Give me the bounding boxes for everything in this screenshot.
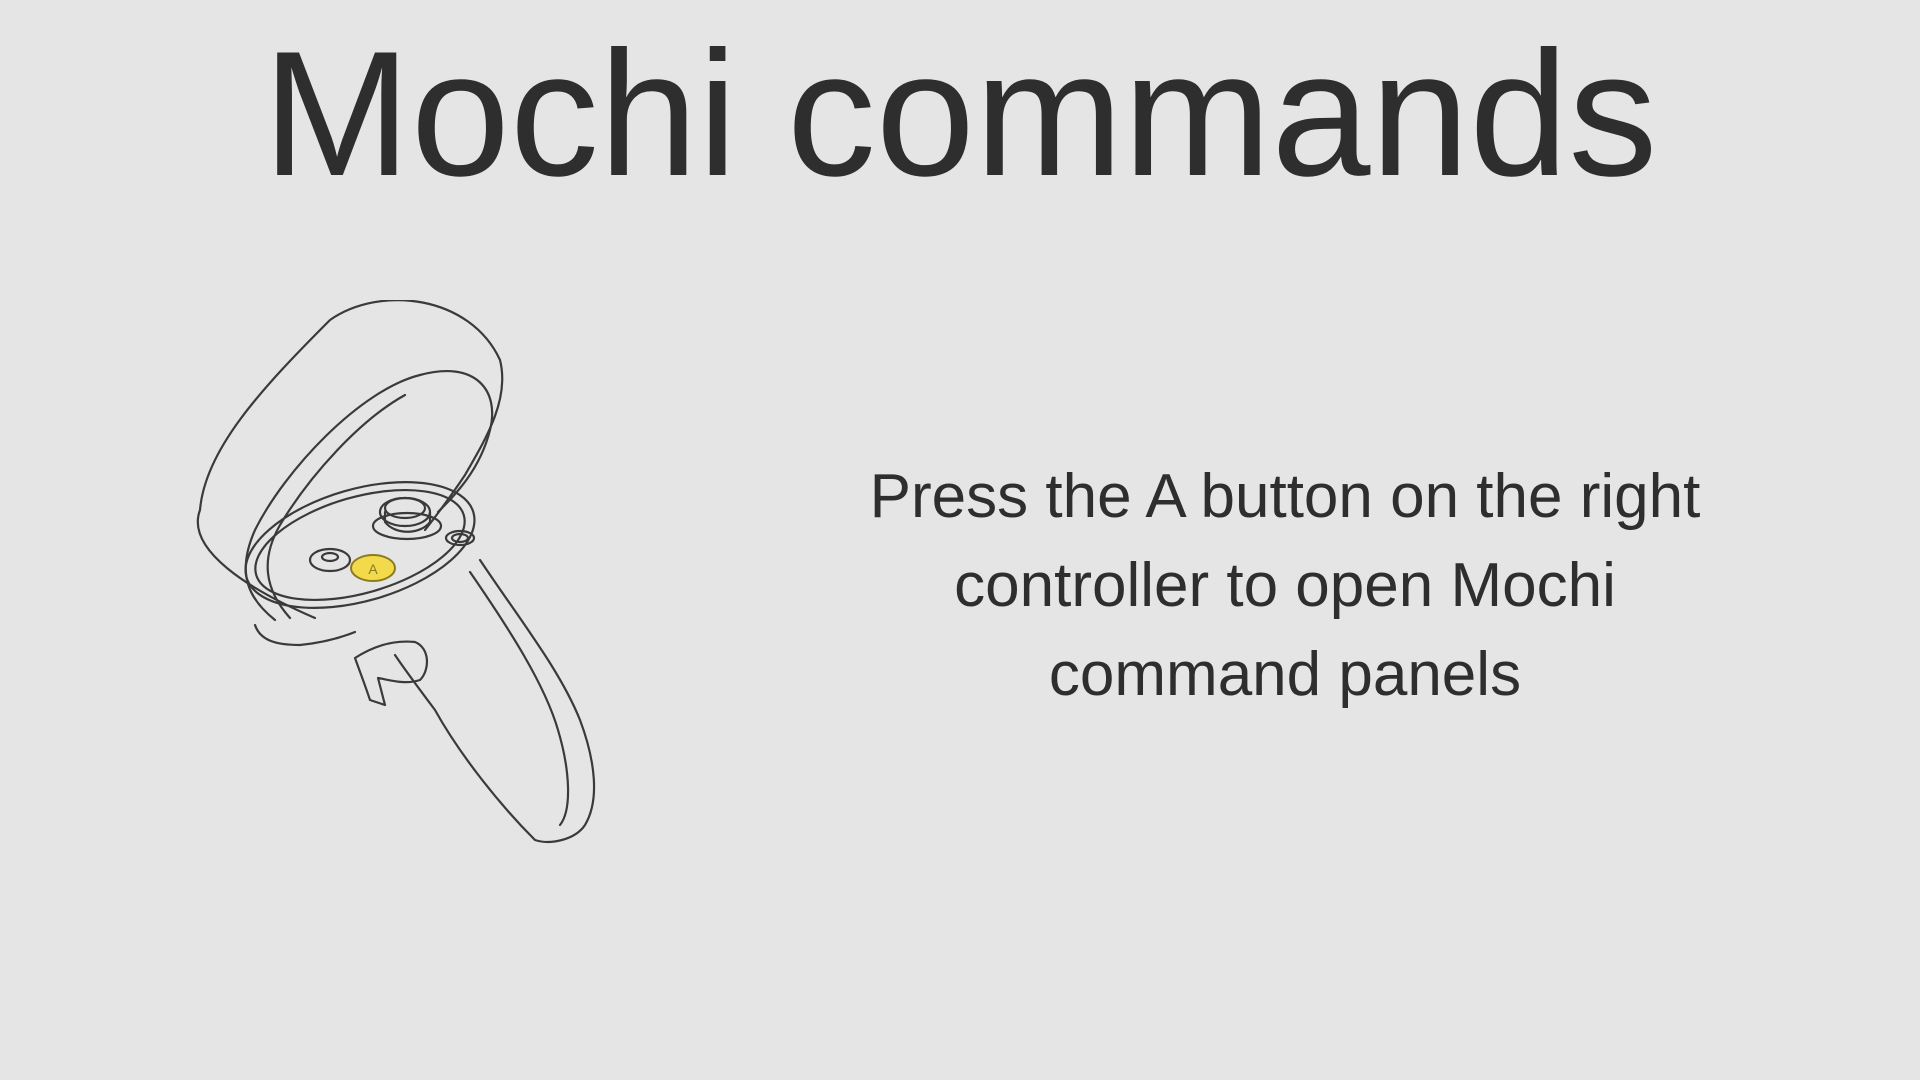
vr-controller-icon: A (196, 300, 596, 843)
a-button-highlight: A (350, 554, 396, 582)
slide: Mochi commands A Press the A button on t… (0, 0, 1920, 1080)
instruction-text: Press the A button on the right controll… (869, 462, 1701, 709)
a-button-label: A (368, 561, 378, 577)
page-title: Mochi commands (262, 14, 1658, 213)
controller-outline (196, 300, 596, 843)
